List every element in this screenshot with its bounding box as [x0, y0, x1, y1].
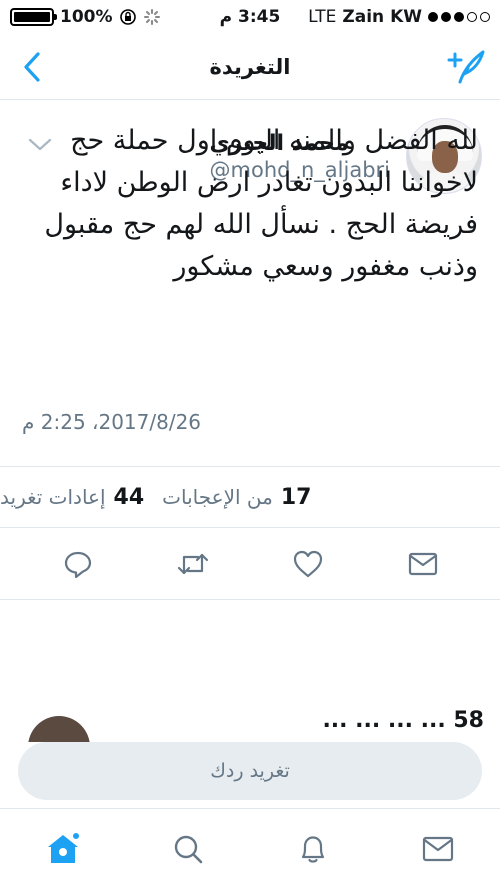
reply-button[interactable] [58, 544, 98, 584]
tab-search[interactable] [164, 825, 212, 873]
avatar [28, 716, 90, 742]
status-right: LTE Zain KW [308, 7, 490, 27]
tab-home[interactable] [39, 825, 87, 873]
back-button[interactable] [14, 48, 50, 86]
home-notification-dot [70, 830, 81, 841]
network-type: LTE [308, 7, 337, 27]
bell-icon [301, 835, 324, 863]
envelope-icon [422, 836, 453, 861]
battery-icon [10, 8, 57, 26]
compose-feather-icon [447, 50, 485, 84]
battery-percent: 100% [60, 7, 113, 27]
reply-placeholder: تغريد ردك [210, 760, 290, 782]
chevron-left-icon [24, 52, 40, 82]
status-left: 100% [10, 7, 161, 27]
page-title: التغريدة [209, 54, 291, 79]
tweet-timestamp: 2017/8/26، 2:25 م [22, 410, 202, 434]
nav-bar: التغريدة [0, 34, 500, 100]
tab-bar [0, 808, 500, 888]
retweets-label: إعادات تغريد [0, 485, 106, 509]
carrier-name: Zain KW [342, 7, 422, 27]
reply-bubble-icon [64, 551, 91, 578]
reply-input[interactable]: تغريد ردك [18, 742, 482, 800]
likes-stat[interactable]: 17 من الإعجابات [162, 485, 311, 510]
tweet-text: لله الفضل والمنه اليوم اول حملة حج لاخوا… [44, 125, 478, 282]
next-tweet-preview[interactable]: 58 ... ... ... ... [0, 702, 500, 742]
compose-tweet-button[interactable] [444, 46, 488, 88]
status-bar: 100% 3:45 م LTE Zain KW [0, 0, 500, 34]
next-tweet-text: 58 ... ... ... ... [322, 708, 484, 733]
retweets-stat[interactable]: 44 إعادات تغريد [0, 485, 144, 510]
signal-strength-icon [428, 12, 490, 22]
orientation-lock-icon [119, 9, 136, 25]
tab-notifications[interactable] [289, 825, 337, 873]
direct-message-button[interactable] [403, 544, 443, 584]
envelope-icon [408, 552, 437, 575]
battery-level [14, 12, 50, 22]
heart-icon [293, 550, 322, 577]
retweets-count: 44 [113, 484, 145, 510]
activity-spinner-icon [143, 9, 160, 25]
search-icon [174, 835, 202, 863]
likes-label: من الإعجابات [162, 485, 273, 509]
like-button[interactable] [288, 544, 328, 584]
tweet-stats: 17 من الإعجابات 44 إعادات تغريد [0, 466, 500, 528]
retweet-icon [177, 553, 208, 574]
likes-count: 17 [280, 484, 312, 510]
retweet-button[interactable] [173, 544, 213, 584]
tab-messages[interactable] [414, 825, 462, 873]
tweet-actions [0, 528, 500, 600]
status-time: 3:45 م [219, 7, 281, 27]
